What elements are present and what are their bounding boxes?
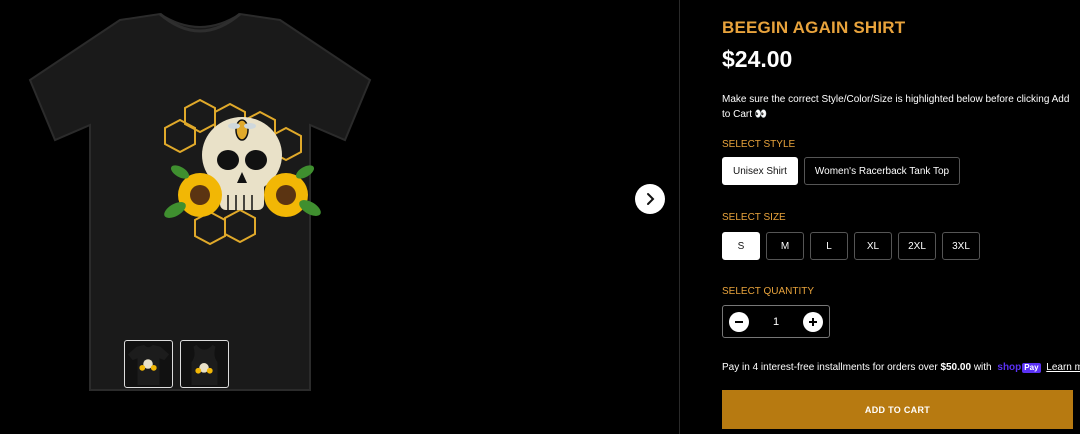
size-option-3xl[interactable]: 3XL [942, 232, 980, 260]
panel-divider [679, 0, 680, 434]
learn-more-link[interactable]: Learn more [1046, 362, 1080, 373]
next-image-button[interactable] [635, 184, 665, 214]
quantity-label: SELECT QUANTITY [722, 286, 815, 297]
quantity-value[interactable]: 1 [761, 316, 791, 328]
product-info: BEEGIN AGAIN SHIRT $24.00 Make sure the … [722, 0, 1080, 434]
size-option-xl[interactable]: XL [854, 232, 892, 260]
quantity-stepper: 1 [722, 305, 830, 338]
installments-message: Pay in 4 interest-free installments for … [722, 362, 1080, 373]
size-option-2xl[interactable]: 2XL [898, 232, 936, 260]
increase-quantity-button[interactable] [803, 311, 823, 332]
style-option-racerback-tank[interactable]: Women's Racerback Tank Top [803, 157, 961, 185]
thumbnail-unisex-shirt[interactable] [124, 340, 173, 388]
size-options: S M L XL 2XL 3XL [722, 232, 980, 260]
size-option-s[interactable]: S [722, 232, 760, 260]
product-gallery [0, 0, 680, 434]
style-option-unisex-shirt[interactable]: Unisex Shirt [722, 157, 798, 185]
add-to-cart-button[interactable]: ADD TO CART [722, 390, 1073, 429]
chevron-right-icon [647, 193, 655, 205]
installments-text: Pay in 4 interest-free installments for … [722, 362, 938, 373]
shop-pay-pay-text: Pay [1022, 362, 1041, 373]
size-option-l[interactable]: L [810, 232, 848, 260]
size-option-m[interactable]: M [766, 232, 804, 260]
installments-with: with [973, 362, 992, 373]
style-label: SELECT STYLE [722, 139, 796, 150]
product-price: $24.00 [722, 46, 793, 72]
shop-pay-logo: shop Pay [997, 362, 1041, 373]
product-title: BEEGIN AGAIN SHIRT [722, 18, 906, 37]
minus-icon [735, 320, 743, 323]
decrease-quantity-button[interactable] [729, 311, 749, 332]
shop-pay-shop-text: shop [997, 362, 1022, 373]
thumbnail-racerback-tank[interactable] [180, 340, 229, 388]
installments-threshold: $50.00 [940, 362, 972, 373]
style-options: Unisex Shirt Women's Racerback Tank Top [722, 157, 961, 185]
plus-icon [809, 317, 817, 326]
size-label: SELECT SIZE [722, 212, 786, 223]
selection-notice: Make sure the correct Style/Color/Size i… [722, 94, 1070, 120]
